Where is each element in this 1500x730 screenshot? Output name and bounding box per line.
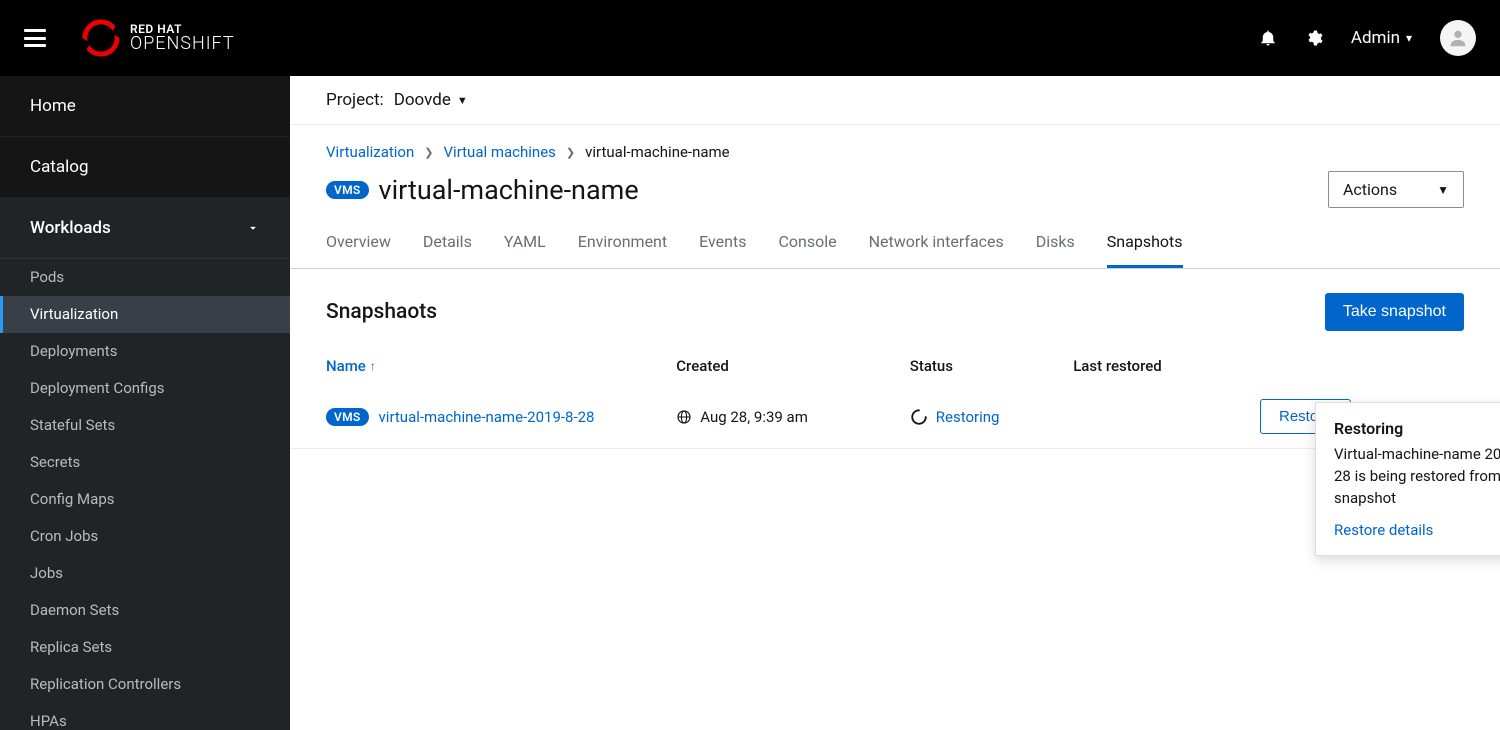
tab-details[interactable]: Details	[423, 232, 472, 268]
tab-network-interfaces[interactable]: Network interfaces	[869, 232, 1004, 268]
sidebar-item-config-maps[interactable]: Config Maps	[0, 481, 290, 518]
redhat-logo-icon	[82, 19, 120, 57]
caret-down-icon: ▼	[1437, 183, 1449, 197]
actions-label: Actions	[1343, 180, 1397, 199]
project-value: Doovde	[394, 90, 451, 110]
hamburger-menu-button[interactable]	[24, 29, 46, 47]
gear-icon[interactable]	[1305, 29, 1323, 47]
project-bar: Project: Doovde ▼	[290, 76, 1500, 125]
sidebar-item-stateful-sets[interactable]: Stateful Sets	[0, 407, 290, 444]
tab-overview[interactable]: Overview	[326, 232, 391, 268]
sidebar-item-replica-sets[interactable]: Replica Sets	[0, 629, 290, 666]
popover-title: Restoring	[1334, 419, 1403, 438]
user-icon	[1447, 27, 1469, 49]
column-header-last-restored[interactable]: Last restored	[1073, 357, 1260, 375]
chevron-down-icon: ▾	[1406, 31, 1412, 45]
column-header-created[interactable]: Created	[676, 357, 910, 375]
chevron-right-icon: ❯	[566, 146, 575, 159]
sidebar-item-replication-controllers[interactable]: Replication Controllers	[0, 666, 290, 703]
user-label: Admin	[1351, 28, 1400, 48]
caret-down-icon: ▼	[457, 94, 468, 107]
breadcrumb-virtual-machines[interactable]: Virtual machines	[444, 143, 556, 161]
page-heading: VMS virtual-machine-name	[326, 174, 639, 206]
sort-ascending-icon: ↑	[370, 359, 376, 373]
actions-dropdown[interactable]: Actions ▼	[1328, 171, 1464, 208]
breadcrumb: Virtualization ❯ Virtual machines ❯ virt…	[290, 125, 1500, 167]
openshift-logo[interactable]: RED HAT OPENSHIFT	[82, 19, 235, 57]
sidebar-item-jobs[interactable]: Jobs	[0, 555, 290, 592]
breadcrumb-virtualization[interactable]: Virtualization	[326, 143, 414, 161]
sidebar-item-home[interactable]: Home	[0, 76, 290, 137]
globe-icon	[676, 409, 692, 425]
restore-details-link[interactable]: Restore details	[1334, 521, 1433, 539]
sidebar-workloads-label: Workloads	[30, 218, 111, 238]
column-name-label: Name	[326, 357, 366, 375]
status-link[interactable]: Restoring	[936, 408, 1000, 426]
column-header-name[interactable]: Name ↑	[326, 357, 676, 375]
project-label: Project:	[326, 90, 384, 110]
tab-console[interactable]: Console	[778, 232, 836, 268]
sidebar-item-secrets[interactable]: Secrets	[0, 444, 290, 481]
sidebar-item-deployments[interactable]: Deployments	[0, 333, 290, 370]
avatar[interactable]	[1440, 20, 1476, 56]
table-header: Name ↑ Created Status Last restored	[290, 343, 1500, 385]
sidebar-item-deployment-configs[interactable]: Deployment Configs	[0, 370, 290, 407]
sidebar: Home Catalog Workloads Pods Virtualizati…	[0, 76, 290, 730]
tab-environment[interactable]: Environment	[578, 232, 667, 268]
logo-line-2: OPENSHIFT	[130, 35, 235, 53]
spinner-icon	[910, 408, 928, 426]
bell-icon[interactable]	[1259, 29, 1277, 47]
page-title: virtual-machine-name	[379, 174, 639, 206]
sidebar-item-workloads[interactable]: Workloads	[0, 198, 290, 259]
breadcrumb-current: virtual-machine-name	[585, 143, 730, 161]
user-menu-dropdown[interactable]: Admin ▾	[1351, 28, 1412, 48]
app-header: RED HAT OPENSHIFT Admin ▾	[0, 0, 1500, 76]
chevron-down-icon	[246, 221, 260, 235]
sidebar-item-hpas[interactable]: HPAs	[0, 703, 290, 730]
tabs: Overview Details YAML Environment Events…	[290, 208, 1500, 269]
project-dropdown[interactable]: Doovde ▼	[394, 90, 468, 110]
snapshot-name-link[interactable]: virtual-machine-name-2019-8-28	[379, 408, 595, 426]
column-header-status[interactable]: Status	[910, 357, 1073, 375]
sidebar-workloads-sublist: Pods Virtualization Deployments Deployme…	[0, 259, 290, 730]
tab-events[interactable]: Events	[699, 232, 746, 268]
sidebar-item-virtualization[interactable]: Virtualization	[0, 296, 290, 333]
vms-badge: VMS	[326, 408, 369, 426]
section-title: Snapshaots	[326, 300, 437, 324]
sidebar-item-pods[interactable]: Pods	[0, 259, 290, 296]
status-popover: Restoring ✕ Virtual-machine-name 2019-8-…	[1315, 402, 1500, 556]
vms-badge: VMS	[326, 181, 369, 199]
chevron-right-icon: ❯	[424, 146, 433, 159]
sidebar-item-daemon-sets[interactable]: Daemon Sets	[0, 592, 290, 629]
tab-disks[interactable]: Disks	[1036, 232, 1075, 268]
tab-snapshots[interactable]: Snapshots	[1107, 232, 1183, 268]
sidebar-item-cron-jobs[interactable]: Cron Jobs	[0, 518, 290, 555]
popover-body: Virtual-machine-name 2019-8-28 is being …	[1334, 444, 1500, 509]
tab-yaml[interactable]: YAML	[504, 232, 546, 268]
sidebar-item-catalog[interactable]: Catalog	[0, 137, 290, 198]
take-snapshot-button[interactable]: Take snapshot	[1325, 293, 1464, 331]
created-value: Aug 28, 9:39 am	[700, 408, 808, 426]
main-content: Project: Doovde ▼ Virtualization ❯ Virtu…	[290, 76, 1500, 730]
